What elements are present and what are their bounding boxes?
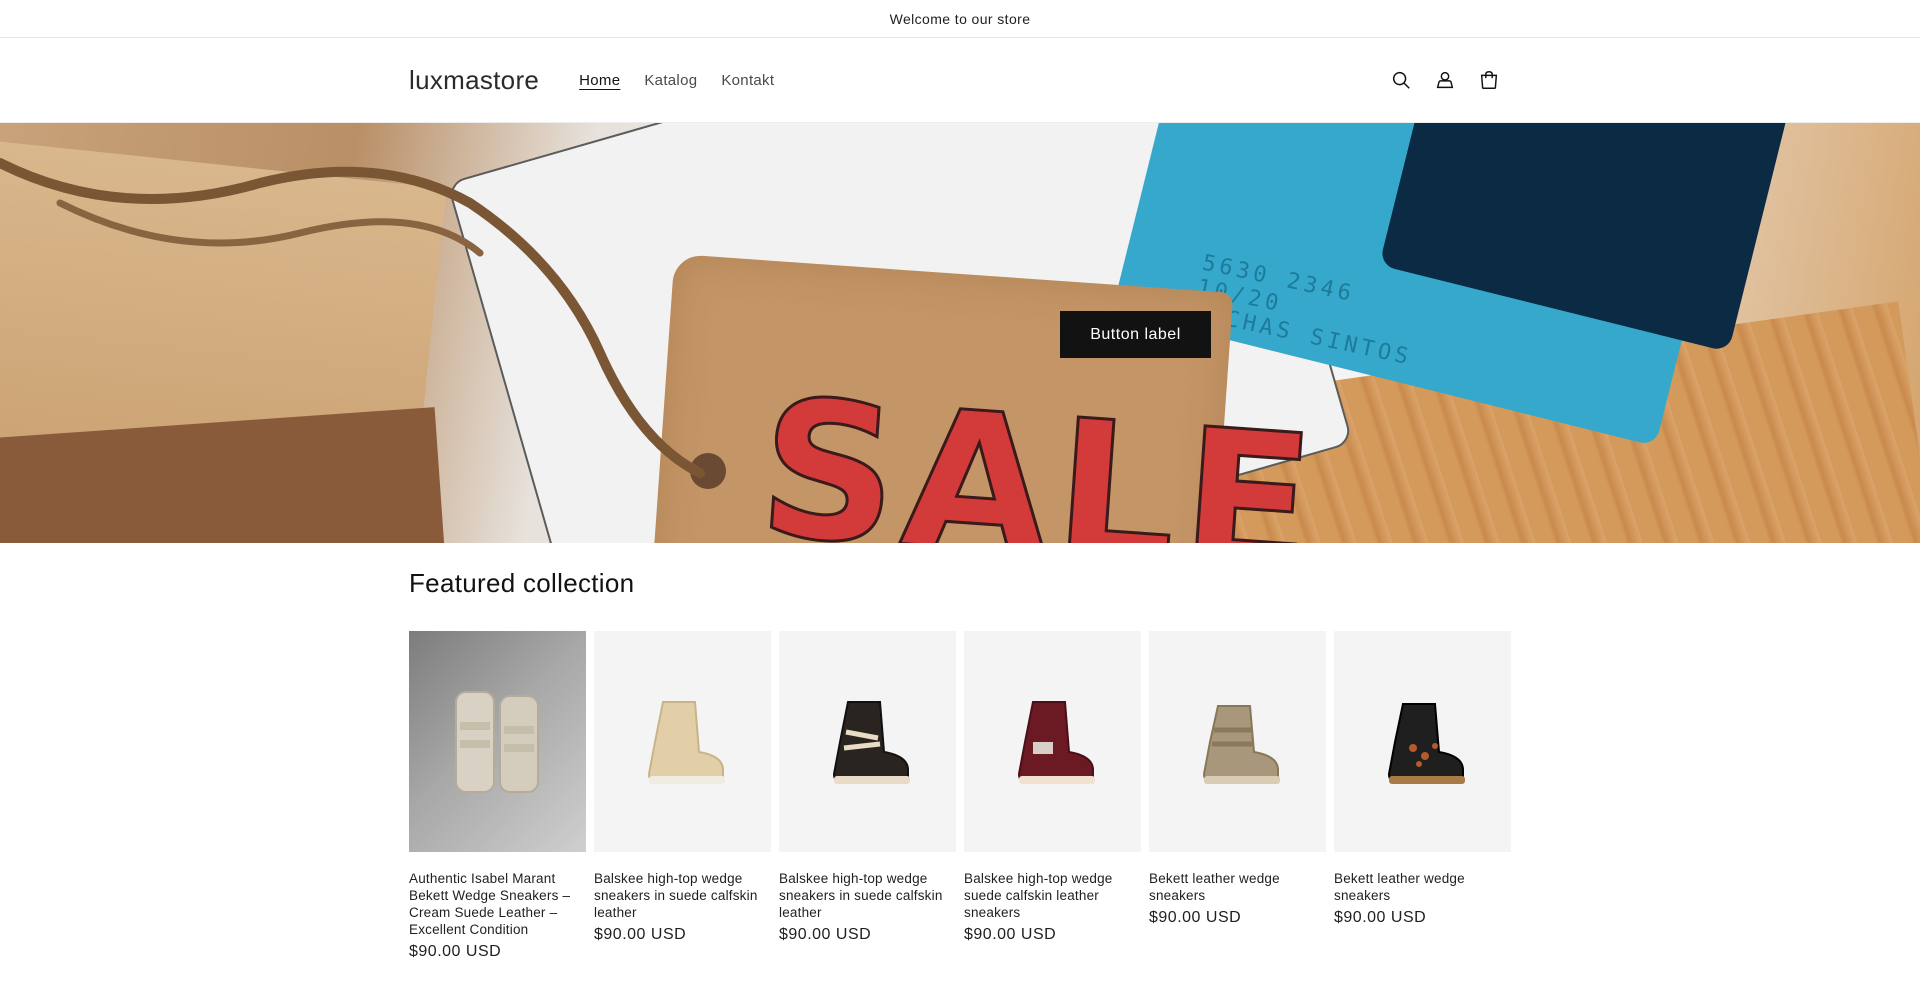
product-image[interactable] [1334, 631, 1511, 852]
sneaker-icon [1017, 700, 1095, 784]
hero-sale-text: SALE [752, 356, 1328, 543]
product-title[interactable]: Balskee high-top wedge sneakers in suede… [594, 870, 771, 921]
product-card[interactable]: Bekett leather wedge sneakers $90.00 USD [1334, 631, 1511, 961]
product-title[interactable]: Authentic Isabel Marant Bekett Wedge Sne… [409, 870, 586, 938]
product-price: $90.00 USD [964, 926, 1057, 943]
site-header: luxmastore Home Katalog Kontakt [0, 38, 1920, 123]
hero-twine-string [0, 158, 705, 478]
product-card[interactable]: Authentic Isabel Marant Bekett Wedge Sne… [409, 631, 586, 961]
product-price: $90.00 USD [779, 926, 872, 943]
sneaker-icon [647, 700, 725, 784]
product-card[interactable]: Balskee high-top wedge sneakers in suede… [594, 631, 771, 961]
announcement-text: Welcome to our store [889, 10, 1031, 27]
product-price: $90.00 USD [1334, 909, 1427, 926]
announcement-bar: Welcome to our store [0, 0, 1920, 38]
sneaker-icon [454, 690, 539, 793]
product-price: $90.00 USD [594, 926, 687, 943]
store-logo[interactable]: luxmastore [409, 65, 539, 96]
nav-item-katalog[interactable]: Katalog [644, 72, 697, 89]
featured-collection: Featured collection Authentic Isabel Mar… [409, 568, 1511, 961]
collection-title: Featured collection [409, 568, 635, 598]
main-nav: Home Katalog Kontakt [579, 72, 774, 89]
product-image[interactable] [1149, 631, 1326, 852]
search-icon[interactable] [1389, 68, 1413, 92]
nav-item-kontakt[interactable]: Kontakt [721, 72, 774, 89]
product-title[interactable]: Bekett leather wedge sneakers [1149, 870, 1326, 904]
product-card[interactable]: Balskee high-top wedge sneakers in suede… [779, 631, 956, 961]
product-image[interactable] [964, 631, 1141, 852]
sneaker-icon [1387, 702, 1465, 784]
cart-icon[interactable] [1477, 68, 1501, 92]
hero-banner: 5630 2346 10/20 LUCHAS SINTOS SALE Butto… [0, 123, 1920, 543]
product-card[interactable]: Balskee high-top wedge suede calfskin le… [964, 631, 1141, 961]
product-title[interactable]: Bekett leather wedge sneakers [1334, 870, 1511, 904]
product-price: $90.00 USD [1149, 909, 1242, 926]
product-title[interactable]: Balskee high-top wedge suede calfskin le… [964, 870, 1141, 921]
product-image[interactable] [594, 631, 771, 852]
sneaker-icon [832, 700, 910, 784]
product-image[interactable] [409, 631, 586, 852]
hero-button[interactable]: Button label [1060, 311, 1211, 358]
account-icon[interactable] [1433, 68, 1457, 92]
product-image[interactable] [779, 631, 956, 852]
product-title[interactable]: Balskee high-top wedge sneakers in suede… [779, 870, 956, 921]
sneaker-icon [1202, 704, 1280, 784]
product-price: $90.00 USD [409, 943, 502, 960]
nav-item-home[interactable]: Home [579, 72, 620, 89]
product-card[interactable]: Bekett leather wedge sneakers $90.00 USD [1149, 631, 1326, 961]
product-grid: Authentic Isabel Marant Bekett Wedge Sne… [409, 631, 1511, 961]
